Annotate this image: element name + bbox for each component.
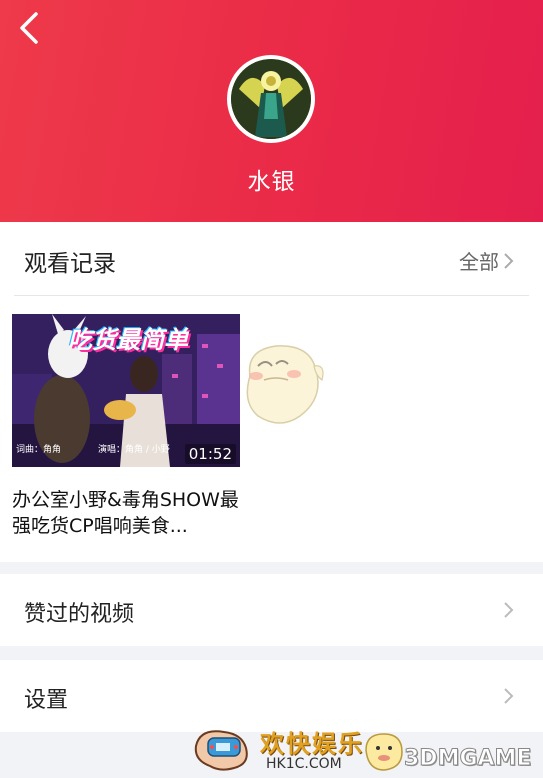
view-all-label: 全部 bbox=[459, 250, 499, 274]
view-all-button[interactable]: 全部 bbox=[459, 246, 515, 275]
video-thumbnail: 吃货最简单 词曲：角角 演唱：角角 / 小野 01:52 bbox=[12, 314, 240, 467]
profile-header: 水银 bbox=[0, 0, 543, 222]
watch-history-section: 观看记录 全部 吃货最简单 词曲：角角 演唱：角角 / 小野 01:52 办公室… bbox=[0, 222, 543, 562]
avatar-image bbox=[231, 59, 311, 139]
divider bbox=[14, 295, 529, 296]
settings-label: 设置 bbox=[24, 688, 69, 713]
video-duration: 01:52 bbox=[184, 444, 236, 464]
chevron-right-icon bbox=[504, 688, 514, 704]
thumbnail-credit-left: 词曲：角角 bbox=[16, 445, 62, 455]
liked-videos-row[interactable]: 赞过的视频 bbox=[0, 574, 543, 646]
thumbnail-banner: 吃货最简单 bbox=[68, 326, 188, 354]
chevron-right-icon bbox=[504, 252, 514, 269]
liked-videos-label: 赞过的视频 bbox=[24, 602, 135, 627]
chevron-left-icon bbox=[20, 12, 38, 44]
chevron-right-icon bbox=[504, 602, 514, 618]
back-button[interactable] bbox=[12, 8, 48, 48]
username: 水银 bbox=[247, 169, 296, 195]
game-controller-logo-icon bbox=[194, 730, 248, 771]
watch-history-title: 观看记录 bbox=[24, 251, 116, 277]
watermark-mascot-icon bbox=[365, 733, 403, 771]
watermark-url-text: HK1C.COM bbox=[266, 756, 342, 772]
history-video-card[interactable]: 吃货最简单 词曲：角角 演唱：角角 / 小野 01:52 办公室小野&毒角SHO… bbox=[12, 314, 240, 539]
avatar[interactable] bbox=[227, 55, 315, 143]
video-title: 办公室小野&毒角SHOW最强吃货CP唱响美食... bbox=[12, 489, 239, 537]
watermark-cn-text: 欢快娱乐 bbox=[260, 730, 364, 758]
watermark-brand-text: 3DMGAME bbox=[403, 746, 532, 772]
thumbnail-credit-right: 演唱：角角 / 小野 bbox=[98, 445, 170, 455]
watermark: 欢快娱乐 HK1C.COM 3DMGAME bbox=[190, 718, 540, 778]
mascot-sticker-icon bbox=[246, 345, 324, 424]
